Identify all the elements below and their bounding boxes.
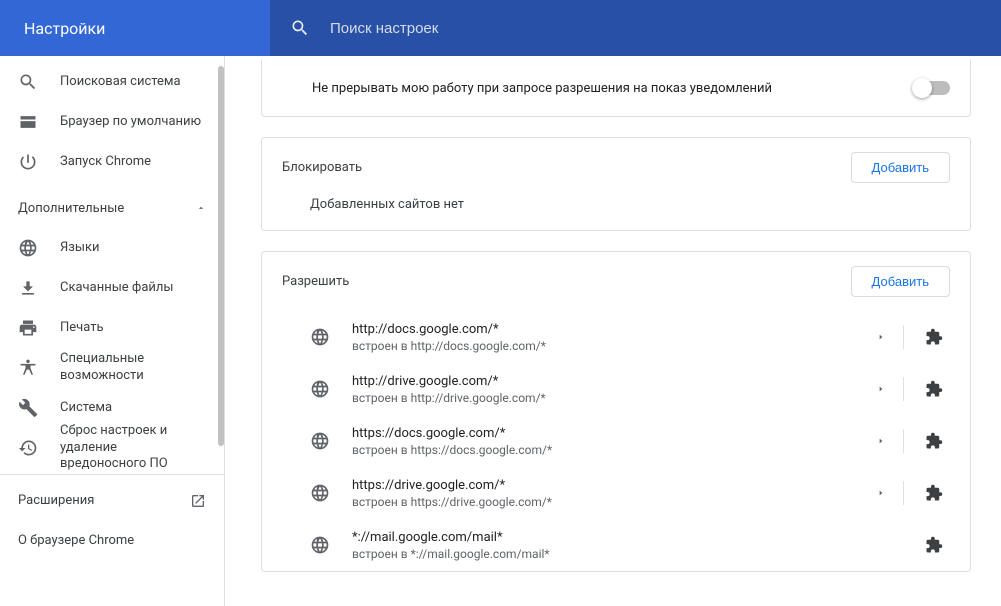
sidebar-item-label: Скачанные файлы xyxy=(60,280,206,297)
allow-header: Разрешить Добавить xyxy=(262,252,970,311)
site-embed: встроен в https://docs.google.com/* xyxy=(352,443,865,457)
site-url: https://docs.google.com/* xyxy=(352,426,865,441)
globe-icon xyxy=(310,379,330,399)
sidebar-section-label: Дополнительные xyxy=(18,201,124,216)
globe-icon xyxy=(18,238,38,258)
print-icon xyxy=(18,318,38,338)
sidebar-item-label: Печать xyxy=(60,320,206,337)
site-row: https://drive.google.com/* встроен в http… xyxy=(262,467,970,519)
site-details-button[interactable] xyxy=(865,425,897,457)
block-title: Блокировать xyxy=(282,160,851,175)
site-details-button[interactable] xyxy=(865,477,897,509)
sidebar-item-reset[interactable]: Сброс настроек и удаление вредоносного П… xyxy=(0,428,224,468)
download-icon xyxy=(18,278,38,298)
separator xyxy=(903,377,904,401)
extension-indicator-icon[interactable] xyxy=(918,529,950,561)
sidebar: Поисковая система Браузер по умолчанию З… xyxy=(0,56,225,606)
site-details-button[interactable] xyxy=(865,373,897,405)
sidebar-item-label: Поисковая система xyxy=(60,74,206,91)
site-url: http://docs.google.com/* xyxy=(352,322,865,337)
site-embed: встроен в *://mail.google.com/mail* xyxy=(352,547,910,561)
quiet-notifications-toggle[interactable] xyxy=(914,81,950,95)
block-card: Блокировать Добавить Добавленных сайтов … xyxy=(261,137,971,231)
sidebar-item-label: Запуск Chrome xyxy=(60,154,206,171)
sidebar-item-default-browser[interactable]: Браузер по умолчанию xyxy=(0,102,224,142)
sidebar-item-downloads[interactable]: Скачанные файлы xyxy=(0,268,224,308)
sidebar-item-search-engine[interactable]: Поисковая система xyxy=(0,62,224,102)
app-header: Настройки xyxy=(0,0,1001,56)
block-add-button[interactable]: Добавить xyxy=(851,152,950,183)
extension-indicator-icon[interactable] xyxy=(918,477,950,509)
sidebar-item-extensions[interactable]: Расширения xyxy=(0,481,224,521)
globe-icon xyxy=(310,483,330,503)
accessibility-icon xyxy=(18,358,38,378)
page-title: Настройки xyxy=(0,19,270,38)
sidebar-item-label: Браузер по умолчанию xyxy=(60,114,206,131)
sidebar-section-advanced[interactable]: Дополнительные xyxy=(0,188,224,228)
site-embed: встроен в http://drive.google.com/* xyxy=(352,391,865,405)
site-info: https://docs.google.com/* встроен в https… xyxy=(352,426,865,457)
sidebar-item-accessibility[interactable]: Специальные возможности xyxy=(0,348,224,388)
search-icon xyxy=(18,72,38,92)
launch-icon xyxy=(190,493,206,509)
extension-indicator-icon[interactable] xyxy=(918,425,950,457)
site-url: *://mail.google.com/mail* xyxy=(352,530,910,545)
separator xyxy=(903,481,904,505)
separator xyxy=(903,429,904,453)
restore-icon xyxy=(18,438,38,458)
browser-icon xyxy=(18,112,38,132)
sidebar-item-printing[interactable]: Печать xyxy=(0,308,224,348)
globe-icon xyxy=(310,431,330,451)
row-label: Не прерывать мою работу при запросе разр… xyxy=(282,81,914,96)
extension-indicator-icon[interactable] xyxy=(918,373,950,405)
extension-indicator-icon[interactable] xyxy=(918,321,950,353)
sidebar-item-label: О браузере Chrome xyxy=(18,533,206,550)
site-row: *://mail.google.com/mail* встроен в *://m… xyxy=(262,519,970,571)
allow-card: Разрешить Добавить http://docs.google.co… xyxy=(261,251,971,572)
site-embed: встроен в http://docs.google.com/* xyxy=(352,339,865,353)
sidebar-item-label: Языки xyxy=(60,240,206,257)
sidebar-item-label: Сброс настроек и удаление вредоносного П… xyxy=(60,423,206,474)
site-url: http://drive.google.com/* xyxy=(352,374,865,389)
chevron-up-icon xyxy=(196,203,206,213)
sidebar-item-label: Система xyxy=(60,400,206,417)
sidebar-item-languages[interactable]: Языки xyxy=(0,228,224,268)
site-info: http://drive.google.com/* встроен в http:… xyxy=(352,374,865,405)
notifications-card: Не прерывать мою работу при запросе разр… xyxy=(261,60,971,117)
globe-icon xyxy=(310,535,330,555)
block-empty-text: Добавленных сайтов нет xyxy=(262,197,970,230)
site-row: https://docs.google.com/* встроен в https… xyxy=(262,415,970,467)
sidebar-item-label: Специальные возможности xyxy=(60,351,206,385)
main-content: Не прерывать мою работу при запросе разр… xyxy=(225,56,1001,606)
site-url: https://drive.google.com/* xyxy=(352,478,865,493)
allow-title: Разрешить xyxy=(282,274,851,289)
power-icon xyxy=(18,152,38,172)
search-input[interactable] xyxy=(330,20,981,37)
site-embed: встроен в https://drive.google.com/* xyxy=(352,495,865,509)
site-details-button[interactable] xyxy=(865,321,897,353)
globe-icon xyxy=(310,327,330,347)
sidebar-item-label: Расширения xyxy=(18,493,190,510)
sidebar-item-startup[interactable]: Запуск Chrome xyxy=(0,142,224,182)
allow-add-button[interactable]: Добавить xyxy=(851,266,950,297)
site-info: https://drive.google.com/* встроен в http… xyxy=(352,478,865,509)
site-row: http://docs.google.com/* встроен в http:/… xyxy=(262,311,970,363)
separator xyxy=(903,325,904,349)
search-bar[interactable] xyxy=(270,0,1001,56)
quiet-notifications-row: Не прерывать мою работу при запросе разр… xyxy=(262,60,970,116)
sidebar-item-about[interactable]: О браузере Chrome xyxy=(0,521,224,561)
site-info: *://mail.google.com/mail* встроен в *://m… xyxy=(352,530,910,561)
site-info: http://docs.google.com/* встроен в http:/… xyxy=(352,322,865,353)
site-row: http://drive.google.com/* встроен в http:… xyxy=(262,363,970,415)
block-header: Блокировать Добавить xyxy=(262,138,970,197)
search-icon xyxy=(290,18,310,38)
wrench-icon xyxy=(18,398,38,418)
sidebar-scrollbar[interactable] xyxy=(218,66,224,446)
